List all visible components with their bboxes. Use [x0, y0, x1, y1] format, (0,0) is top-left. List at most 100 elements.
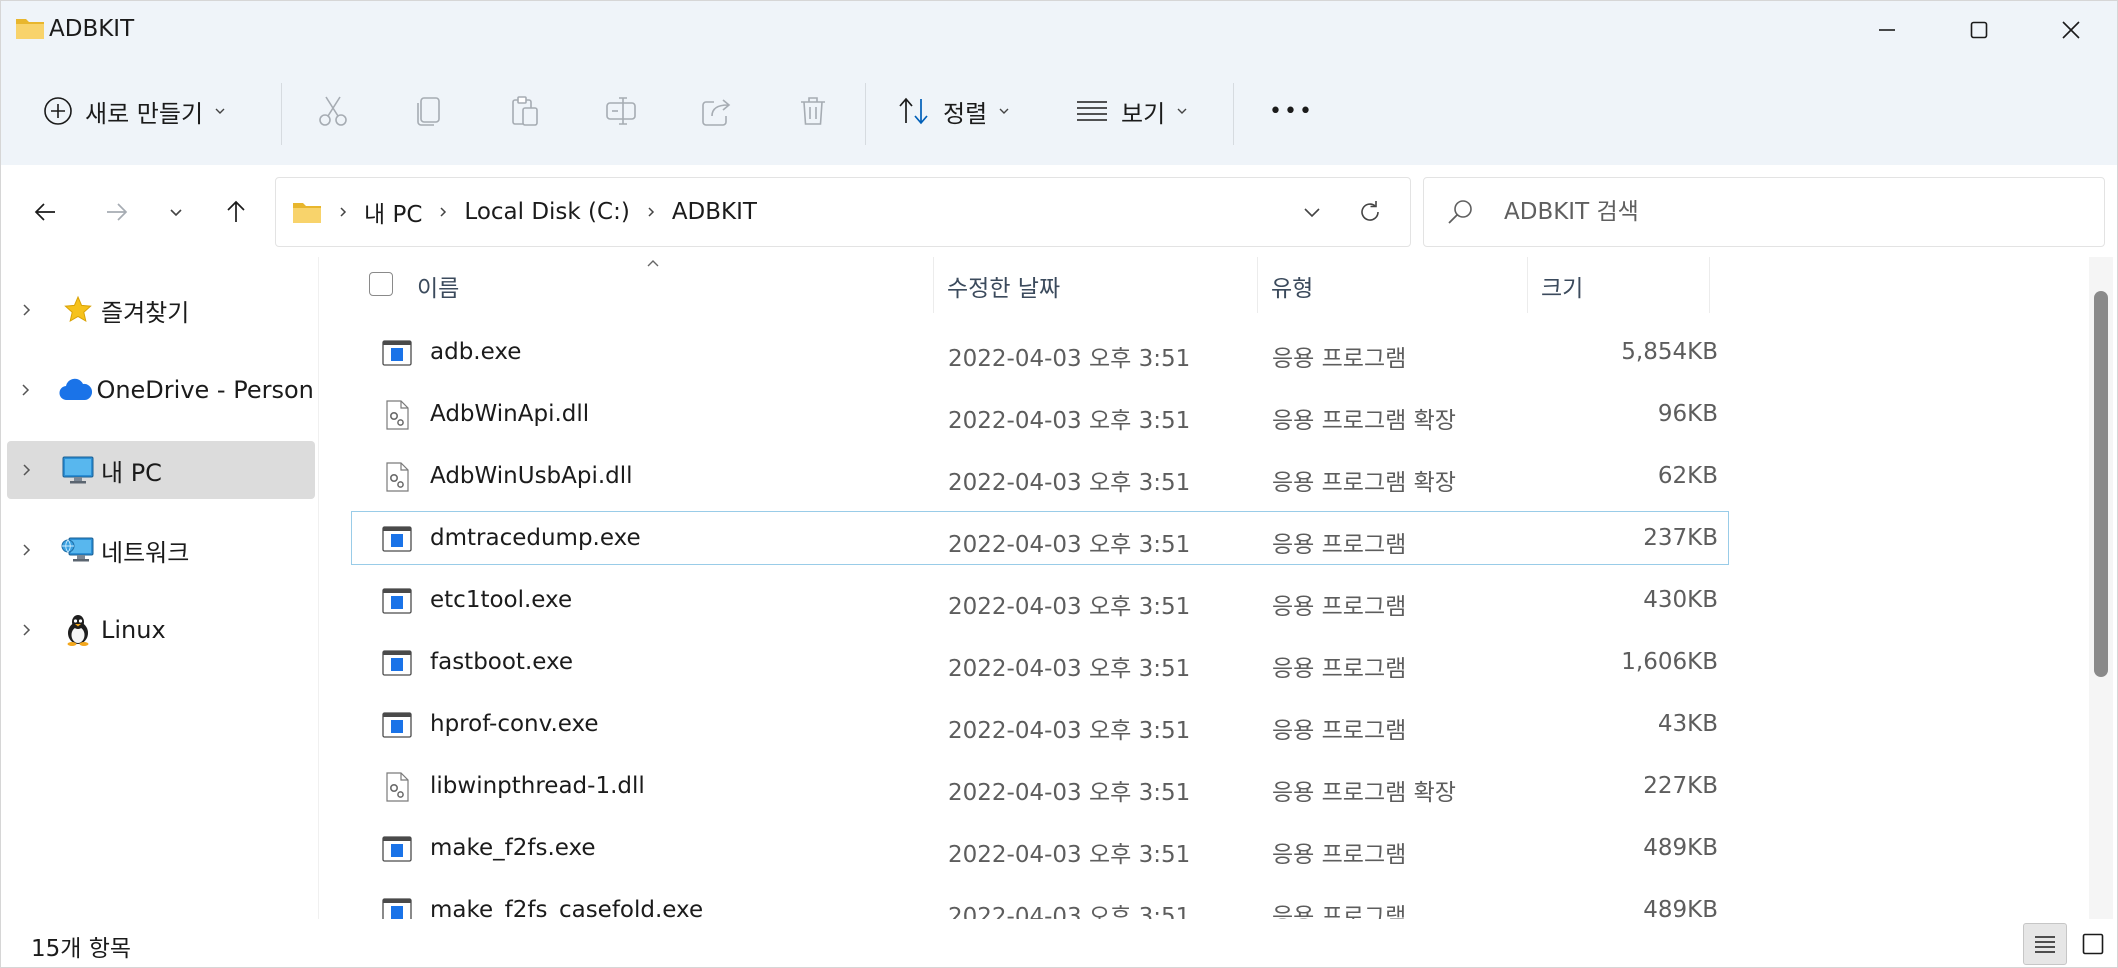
- scrollbar-thumb[interactable]: [2094, 291, 2108, 677]
- file-name: hprof-conv.exe: [430, 711, 599, 737]
- sort-label: 정렬: [943, 99, 988, 128]
- file-row[interactable]: etc1tool.exe 2022-04-03 오후 3:51 응용 프로그램 430…: [351, 573, 1729, 627]
- file-modified: 2022-04-03 오후 3:51: [948, 656, 1191, 682]
- column-header-type[interactable]: 유형: [1271, 269, 1313, 303]
- column-divider[interactable]: [1527, 257, 1528, 313]
- file-row[interactable]: make_f2fs.exe 2022-04-03 오후 3:51 응용 프로그램 48…: [351, 821, 1729, 875]
- minimize-button[interactable]: [1841, 1, 1933, 59]
- large-icons-view-icon: [2082, 933, 2104, 955]
- close-icon: [2062, 21, 2080, 39]
- file-name: fastboot.exe: [430, 649, 574, 675]
- file-row[interactable]: AdbWinUsbApi.dll 2022-04-03 오후 3:51 응용 프로그…: [351, 449, 1729, 503]
- list-view-icon: [1077, 101, 1107, 121]
- file-modified: 2022-04-03 오후 3:51: [948, 594, 1191, 620]
- forward-button[interactable]: [91, 187, 141, 237]
- maximize-button[interactable]: [1933, 1, 2025, 59]
- view-label: 보기: [1121, 99, 1166, 128]
- title-bar: ADBKIT: [1, 1, 2117, 59]
- file-name: AdbWinApi.dll: [430, 401, 590, 427]
- file-modified: 2022-04-03 오후 3:51: [948, 842, 1191, 868]
- select-all-checkbox[interactable]: [369, 272, 393, 296]
- delete-button[interactable]: [791, 89, 835, 133]
- details-view-button[interactable]: [2023, 923, 2067, 965]
- recent-locations-button[interactable]: [151, 187, 201, 237]
- file-size: 227KB: [1643, 773, 1718, 799]
- close-button[interactable]: [2025, 1, 2117, 59]
- chevron-right-icon[interactable]: [7, 382, 45, 398]
- share-icon: [702, 99, 731, 126]
- nav-item-linux[interactable]: Linux: [7, 601, 315, 659]
- file-type: 응용 프로그램: [1272, 904, 1407, 919]
- breadcrumb-item-adbkit[interactable]: ADBKIT: [672, 199, 757, 225]
- chevron-right-icon[interactable]: [7, 302, 47, 318]
- breadcrumb-item-this-pc[interactable]: 내 PC: [364, 195, 422, 229]
- chevron-right-icon[interactable]: [7, 462, 47, 478]
- file-modified: 2022-04-03 오후 3:51: [948, 470, 1191, 496]
- back-button[interactable]: [21, 187, 71, 237]
- vertical-scrollbar[interactable]: [2089, 257, 2113, 919]
- sort-button[interactable]: 정렬: [897, 83, 1011, 139]
- toolbar-separator: [865, 83, 866, 145]
- up-button[interactable]: [211, 187, 261, 237]
- new-button[interactable]: 새로 만들기: [43, 83, 227, 139]
- breadcrumb: 내 PC Local Disk (C:) ADBKIT: [292, 178, 757, 246]
- column-divider[interactable]: [1257, 257, 1258, 313]
- file-row[interactable]: fastboot.exe 2022-04-03 오후 3:51 응용 프로그램 1,6…: [351, 635, 1729, 689]
- nav-item-favorites[interactable]: 즐겨찾기: [7, 281, 315, 339]
- file-row[interactable]: hprof-conv.exe 2022-04-03 오후 3:51 응용 프로그램 4…: [351, 697, 1729, 751]
- file-type: 응용 프로그램: [1272, 594, 1407, 620]
- details-view-icon: [2035, 936, 2055, 953]
- address-history-button[interactable]: [1292, 192, 1332, 232]
- column-header-row: 이름 수정한 날짜 유형 크기: [319, 257, 2089, 313]
- chevron-down-icon: [1177, 108, 1187, 114]
- file-row[interactable]: dmtracedump.exe 2022-04-03 오후 3:51 응용 프로그램…: [351, 511, 1729, 565]
- file-size: 489KB: [1643, 835, 1718, 861]
- column-header-modified[interactable]: 수정한 날짜: [947, 269, 1060, 303]
- file-row[interactable]: AdbWinApi.dll 2022-04-03 오후 3:51 응용 프로그램 확…: [351, 387, 1729, 441]
- nav-item-this-pc[interactable]: 내 PC: [7, 441, 315, 499]
- file-explorer-window: ADBKIT 새로 만들기 정렬 보기 ••• 내 PC Local Disk …: [0, 0, 2118, 968]
- dll-file-icon: [382, 462, 412, 492]
- share-button[interactable]: [695, 89, 739, 133]
- copy-icon: [417, 97, 440, 126]
- file-type: 응용 프로그램: [1272, 346, 1407, 372]
- command-bar: 새로 만들기 정렬 보기 •••: [1, 63, 2117, 161]
- file-list: 이름 수정한 날짜 유형 크기 adb.exe 2022-04-03 오후 3:5…: [319, 257, 2089, 919]
- file-name: AdbWinUsbApi.dll: [430, 463, 633, 489]
- chevron-down-icon: [215, 108, 225, 114]
- search-box[interactable]: [1423, 177, 2105, 247]
- large-icons-view-button[interactable]: [2071, 923, 2115, 965]
- refresh-button[interactable]: [1350, 192, 1390, 232]
- file-name: libwinpthread-1.dll: [430, 773, 645, 799]
- application-icon: [382, 524, 412, 554]
- trash-icon: [801, 97, 825, 125]
- nav-item-onedrive[interactable]: OneDrive - Persona: [7, 361, 315, 419]
- file-type: 응용 프로그램: [1272, 718, 1407, 744]
- cut-button[interactable]: [311, 89, 355, 133]
- copy-button[interactable]: [407, 89, 451, 133]
- view-button[interactable]: 보기: [1075, 83, 1189, 139]
- paste-button[interactable]: [503, 89, 547, 133]
- file-modified: 2022-04-03 오후 3:51: [948, 408, 1191, 434]
- column-header-name[interactable]: 이름: [417, 269, 459, 303]
- address-bar[interactable]: 내 PC Local Disk (C:) ADBKIT: [275, 177, 1411, 247]
- file-row[interactable]: libwinpthread-1.dll 2022-04-03 오후 3:51 응용 …: [351, 759, 1729, 813]
- search-input[interactable]: [1504, 190, 2064, 234]
- toolbar-separator: [281, 83, 282, 145]
- breadcrumb-item-local-disk[interactable]: Local Disk (C:): [464, 199, 629, 225]
- rename-button[interactable]: [599, 89, 643, 133]
- column-header-size[interactable]: 크기: [1541, 269, 1583, 303]
- arrow-up-icon: [227, 200, 245, 222]
- file-row[interactable]: make_f2fs_casefold.exe 2022-04-03 오후 3:51…: [351, 883, 1729, 919]
- column-divider[interactable]: [1709, 257, 1710, 313]
- file-name: etc1tool.exe: [430, 587, 573, 613]
- file-row[interactable]: adb.exe 2022-04-03 오후 3:51 응용 프로그램 5,854KB: [351, 325, 1729, 379]
- file-type: 응용 프로그램 확장: [1272, 408, 1456, 434]
- file-size: 96KB: [1657, 401, 1718, 427]
- sort-icon: [899, 97, 928, 125]
- column-divider[interactable]: [933, 257, 934, 313]
- nav-item-network[interactable]: 네트워크: [7, 521, 315, 579]
- more-options-button[interactable]: •••: [1263, 83, 1320, 139]
- chevron-right-icon[interactable]: [7, 622, 47, 638]
- chevron-right-icon[interactable]: [7, 542, 47, 558]
